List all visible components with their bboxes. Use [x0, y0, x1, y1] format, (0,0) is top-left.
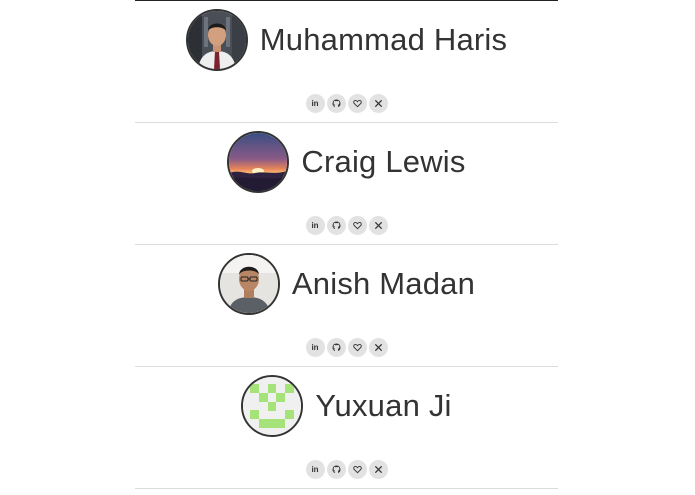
team-member-list: Muhammad Haris in Craig Lewis in Anish M…: [135, 0, 558, 495]
linkedin-link[interactable]: in: [305, 338, 325, 357]
team-member-card: Craig Lewis in: [135, 123, 558, 245]
avatar[interactable]: [217, 253, 280, 315]
github-link[interactable]: [326, 460, 346, 479]
linkedin-link[interactable]: in: [305, 94, 325, 113]
x-twitter-link[interactable]: [368, 94, 388, 113]
avatar[interactable]: [185, 9, 248, 71]
x-twitter-icon: [374, 222, 382, 229]
heart-icon: [352, 221, 362, 230]
social-links: in: [135, 460, 558, 479]
linkedin-icon: in: [311, 98, 319, 108]
heart-icon: [352, 343, 362, 352]
linkedin-link[interactable]: in: [305, 216, 325, 235]
x-twitter-link[interactable]: [368, 460, 388, 479]
x-twitter-link[interactable]: [368, 216, 388, 235]
social-links: in: [135, 94, 558, 113]
heart-link[interactable]: [347, 216, 367, 235]
member-header: Muhammad Haris: [135, 9, 558, 71]
social-links: in: [135, 338, 558, 357]
github-link[interactable]: [326, 216, 346, 235]
linkedin-icon: in: [311, 220, 319, 230]
heart-link[interactable]: [347, 338, 367, 357]
x-twitter-icon: [374, 466, 382, 473]
github-icon: [332, 465, 340, 474]
github-icon: [332, 99, 340, 108]
member-header: Yuxuan Ji: [135, 375, 558, 437]
x-twitter-icon: [374, 100, 382, 107]
heart-link[interactable]: [347, 460, 367, 479]
member-name: Anish Madan: [291, 266, 476, 301]
heart-icon: [352, 99, 362, 108]
member-name: Yuxuan Ji: [315, 388, 452, 423]
github-icon: [332, 221, 340, 230]
github-link[interactable]: [326, 94, 346, 113]
team-member-card: Anish Madan in: [135, 245, 558, 367]
linkedin-icon: in: [311, 464, 319, 474]
avatar[interactable]: [241, 375, 304, 437]
x-twitter-icon: [374, 344, 382, 351]
member-header: Craig Lewis: [135, 131, 558, 193]
team-member-card: Yuxuan Ji in: [135, 367, 558, 489]
linkedin-link[interactable]: in: [305, 460, 325, 479]
heart-link[interactable]: [347, 94, 367, 113]
member-header: Anish Madan: [135, 253, 558, 315]
avatar[interactable]: [227, 131, 290, 193]
github-icon: [332, 343, 340, 352]
team-member-card: Muhammad Haris in: [135, 1, 558, 123]
member-name: Craig Lewis: [301, 144, 466, 179]
x-twitter-link[interactable]: [368, 338, 388, 357]
linkedin-icon: in: [311, 342, 319, 352]
social-links: in: [135, 216, 558, 235]
member-name: Muhammad Haris: [259, 22, 508, 57]
github-link[interactable]: [326, 338, 346, 357]
heart-icon: [352, 465, 362, 474]
